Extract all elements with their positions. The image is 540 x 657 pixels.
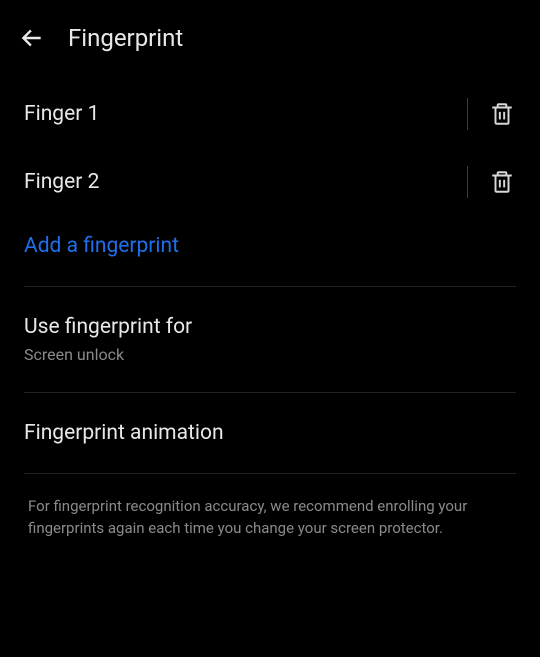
footer-note: For fingerprint recognition accuracy, we…: [0, 474, 540, 540]
row-actions: [467, 166, 516, 198]
fingerprint-item[interactable]: Finger 2: [24, 170, 99, 194]
header: Fingerprint: [0, 0, 540, 80]
vertical-divider: [467, 98, 468, 130]
add-fingerprint-row: Add a fingerprint: [0, 216, 540, 286]
section-title: Fingerprint animation: [24, 421, 516, 445]
fingerprint-row: Finger 1: [0, 80, 540, 148]
trash-icon[interactable]: [488, 100, 516, 128]
section-title: Use fingerprint for: [24, 315, 516, 339]
row-actions: [467, 98, 516, 130]
back-arrow-icon[interactable]: [18, 24, 46, 52]
fingerprint-animation-item[interactable]: Fingerprint animation: [0, 393, 540, 473]
add-fingerprint-link[interactable]: Add a fingerprint: [24, 234, 179, 258]
fingerprint-row: Finger 2: [0, 148, 540, 216]
section-subtitle: Screen unlock: [24, 345, 516, 364]
vertical-divider: [467, 166, 468, 198]
use-fingerprint-for-item[interactable]: Use fingerprint for Screen unlock: [0, 287, 540, 392]
fingerprint-item[interactable]: Finger 1: [24, 102, 99, 126]
note-text: For fingerprint recognition accuracy, we…: [28, 496, 512, 540]
page-title: Fingerprint: [68, 24, 183, 52]
trash-icon[interactable]: [488, 168, 516, 196]
